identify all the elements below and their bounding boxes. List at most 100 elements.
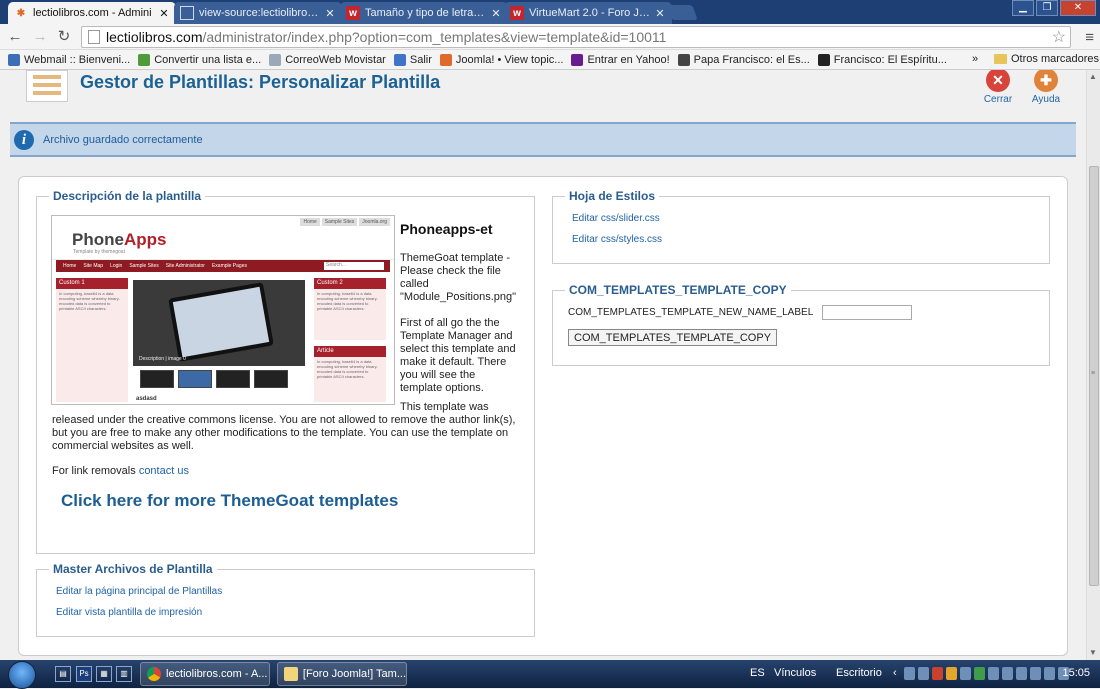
menu-icon[interactable]: ≡ [1085, 29, 1094, 46]
bookmark-star-icon[interactable]: ☆ [1052, 27, 1066, 47]
help-button-label: Ayuda [1031, 94, 1061, 105]
bookmarks-overflow-icon[interactable]: » [972, 53, 978, 65]
clock[interactable]: 15:05 [1062, 667, 1090, 679]
close-window-icon[interactable]: ✕ [1060, 0, 1096, 16]
more-templates-link[interactable]: Click here for more ThemeGoat templates [61, 491, 398, 511]
bookmark-item[interactable]: Salir [393, 53, 432, 66]
tab-title: VirtueMart 2.0 - Foro Joom [529, 7, 650, 19]
preview-custom1: Custom 1 In computing, base64 is a data … [56, 278, 128, 402]
bookmark-label: Entrar en Yahoo! [587, 53, 670, 66]
links-toolbar[interactable]: Vínculos [774, 667, 816, 679]
preview-caption: asdasd [136, 396, 157, 402]
description-legend: Descripción de la plantilla [49, 189, 206, 203]
close-tab-icon[interactable]: ✕ [654, 7, 666, 20]
tray-icon[interactable] [1016, 667, 1027, 680]
bookmark-item[interactable]: Joomla! • View topic... [439, 53, 563, 66]
tray-icon[interactable] [1002, 667, 1013, 680]
tray-icon[interactable] [904, 667, 915, 680]
tray-expand-icon[interactable]: ‹ [893, 667, 897, 679]
template-manager-icon [26, 70, 68, 102]
new-name-label: COM_TEMPLATES_TEMPLATE_NEW_NAME_LABEL [568, 307, 814, 318]
edit-print-view-link[interactable]: Editar vista plantilla de impresión [56, 607, 202, 618]
windows-taskbar: ▤ Ps ▦ ▥ lectiolibros.com - A... [Foro J… [0, 660, 1100, 689]
stylesheets-legend: Hoja de Estilos [565, 189, 660, 203]
taskbar-mail-window[interactable]: [Foro Joomla!] Tam... [277, 662, 407, 686]
folder-icon [994, 54, 1007, 64]
taskbar-chrome-window[interactable]: lectiolibros.com - A... [140, 662, 270, 686]
rel-icon [677, 53, 690, 66]
message-text: Archivo guardado correctamente [43, 133, 203, 146]
copy-template-button[interactable]: COM_TEMPLATES_TEMPLATE_COPY [568, 329, 778, 346]
maximize-icon[interactable]: ❐ [1036, 0, 1058, 16]
scroll-down-icon[interactable]: ▼ [1089, 648, 1097, 657]
browser-tab-tamano[interactable]: w Tamaño y tipo de letra Vir ✕ [340, 2, 508, 24]
browser-tab-virtuemart[interactable]: w VirtueMart 2.0 - Foro Joom ✕ [504, 2, 672, 24]
edit-styles-css-link[interactable]: Editar css/styles.css [572, 234, 662, 245]
bookmark-label: Convertir una lista e... [154, 53, 262, 66]
tray-icon[interactable] [960, 667, 971, 680]
close-tab-icon[interactable]: ✕ [158, 7, 170, 20]
forward-arrow-icon[interactable]: → [31, 28, 49, 46]
bookmark-item[interactable]: Papa Francisco: el Es... [677, 53, 810, 66]
back-arrow-icon[interactable]: ← [6, 28, 24, 46]
preview-custom2: Custom 2 In computing, base64 is a data … [314, 278, 386, 340]
scroll-up-icon[interactable]: ▲ [1089, 72, 1097, 81]
photoshop-icon[interactable]: Ps [76, 666, 92, 682]
w-favicon-icon: w [346, 6, 360, 20]
tray-icon[interactable] [946, 667, 957, 680]
template-copy-fieldset: COM_TEMPLATES_TEMPLATE_COPY COM_TEMPLATE… [552, 283, 1050, 366]
browser-tab-view-source[interactable]: view-source:lectiolibros.c ✕ [174, 2, 342, 24]
tray-icon[interactable] [988, 667, 999, 680]
link-removal-line: For link removals contact us [52, 465, 189, 477]
address-bar[interactable]: lectiolibros.com/administrator/index.php… [81, 26, 1071, 48]
joomla-favicon-icon: ✱ [16, 7, 26, 19]
close-button[interactable]: ✕ Cerrar [978, 70, 1018, 105]
description-para-3-start: This template was [400, 401, 489, 413]
quicklaunch-icon[interactable]: ▥ [116, 666, 132, 682]
minimize-icon[interactable]: ▁ [1012, 0, 1034, 16]
help-icon: ✚ [1034, 70, 1058, 92]
start-button[interactable] [2, 660, 42, 689]
bookmark-label: Salir [409, 53, 432, 66]
description-para-2: First of all go the the Template Manager… [400, 317, 516, 394]
bookmark-item[interactable]: Webmail :: Bienveni... [8, 53, 130, 66]
edit-main-page-link[interactable]: Editar la página principal de Plantillas [56, 586, 222, 597]
bookmark-item[interactable]: Francisco: El Espíritu... [817, 53, 947, 66]
new-name-input[interactable] [822, 305, 912, 320]
quicklaunch-icon[interactable]: ▤ [55, 666, 71, 682]
tray-icon[interactable] [1044, 667, 1055, 680]
contact-us-link[interactable]: contact us [139, 465, 189, 477]
new-tab-button[interactable] [666, 5, 698, 20]
preview-top-links: Home Sample Sites Joomla.org [300, 218, 390, 226]
description-para-3-rest: released under the creative commons lice… [52, 414, 516, 452]
tab-title: lectiolibros.com - Admini [33, 7, 152, 19]
quicklaunch-icon[interactable]: ▦ [96, 666, 112, 682]
bookmark-item[interactable]: Entrar en Yahoo! [571, 53, 670, 66]
page-scrollbar[interactable]: ▲ ≡ ▼ [1086, 70, 1100, 660]
description-para-1: ThemeGoat template - Please check the fi… [400, 252, 517, 303]
tab-strip: ✱ lectiolibros.com - Admini ✕ view-sourc… [0, 0, 1100, 24]
language-indicator[interactable]: ES [750, 667, 765, 679]
edit-slider-css-link[interactable]: Editar css/slider.css [572, 213, 660, 224]
bookmark-item[interactable]: CorreoWeb Movistar [269, 53, 386, 66]
tray-icon[interactable] [974, 667, 985, 680]
browser-tab-admin[interactable]: ✱ lectiolibros.com - Admini ✕ [8, 2, 176, 24]
task-label: [Foro Joomla!] Tam... [302, 668, 406, 680]
bookmark-label: CorreoWeb Movistar [285, 53, 386, 66]
tab-title: view-source:lectiolibros.c [199, 7, 320, 19]
page-icon [269, 53, 282, 66]
page-favicon-icon [180, 6, 194, 20]
help-button[interactable]: ✚ Ayuda [1026, 70, 1066, 105]
page-title: Gestor de Plantillas: Personalizar Plant… [80, 72, 441, 92]
master-files-fieldset: Master Archivos de Plantilla Editar la p… [36, 562, 535, 637]
close-tab-icon[interactable]: ✕ [324, 7, 336, 20]
desktop-toolbar[interactable]: Escritorio [836, 667, 882, 679]
tray-icon[interactable] [932, 667, 943, 680]
close-tab-icon[interactable]: ✕ [490, 7, 502, 20]
reload-icon[interactable]: ↻ [55, 28, 73, 46]
tray-icon[interactable] [1030, 667, 1041, 680]
bookmark-item[interactable]: Convertir una lista e... [138, 53, 262, 66]
other-bookmarks[interactable]: Otros marcadores [994, 53, 1099, 65]
tray-icon[interactable] [918, 667, 929, 680]
close-icon: ✕ [986, 70, 1010, 92]
